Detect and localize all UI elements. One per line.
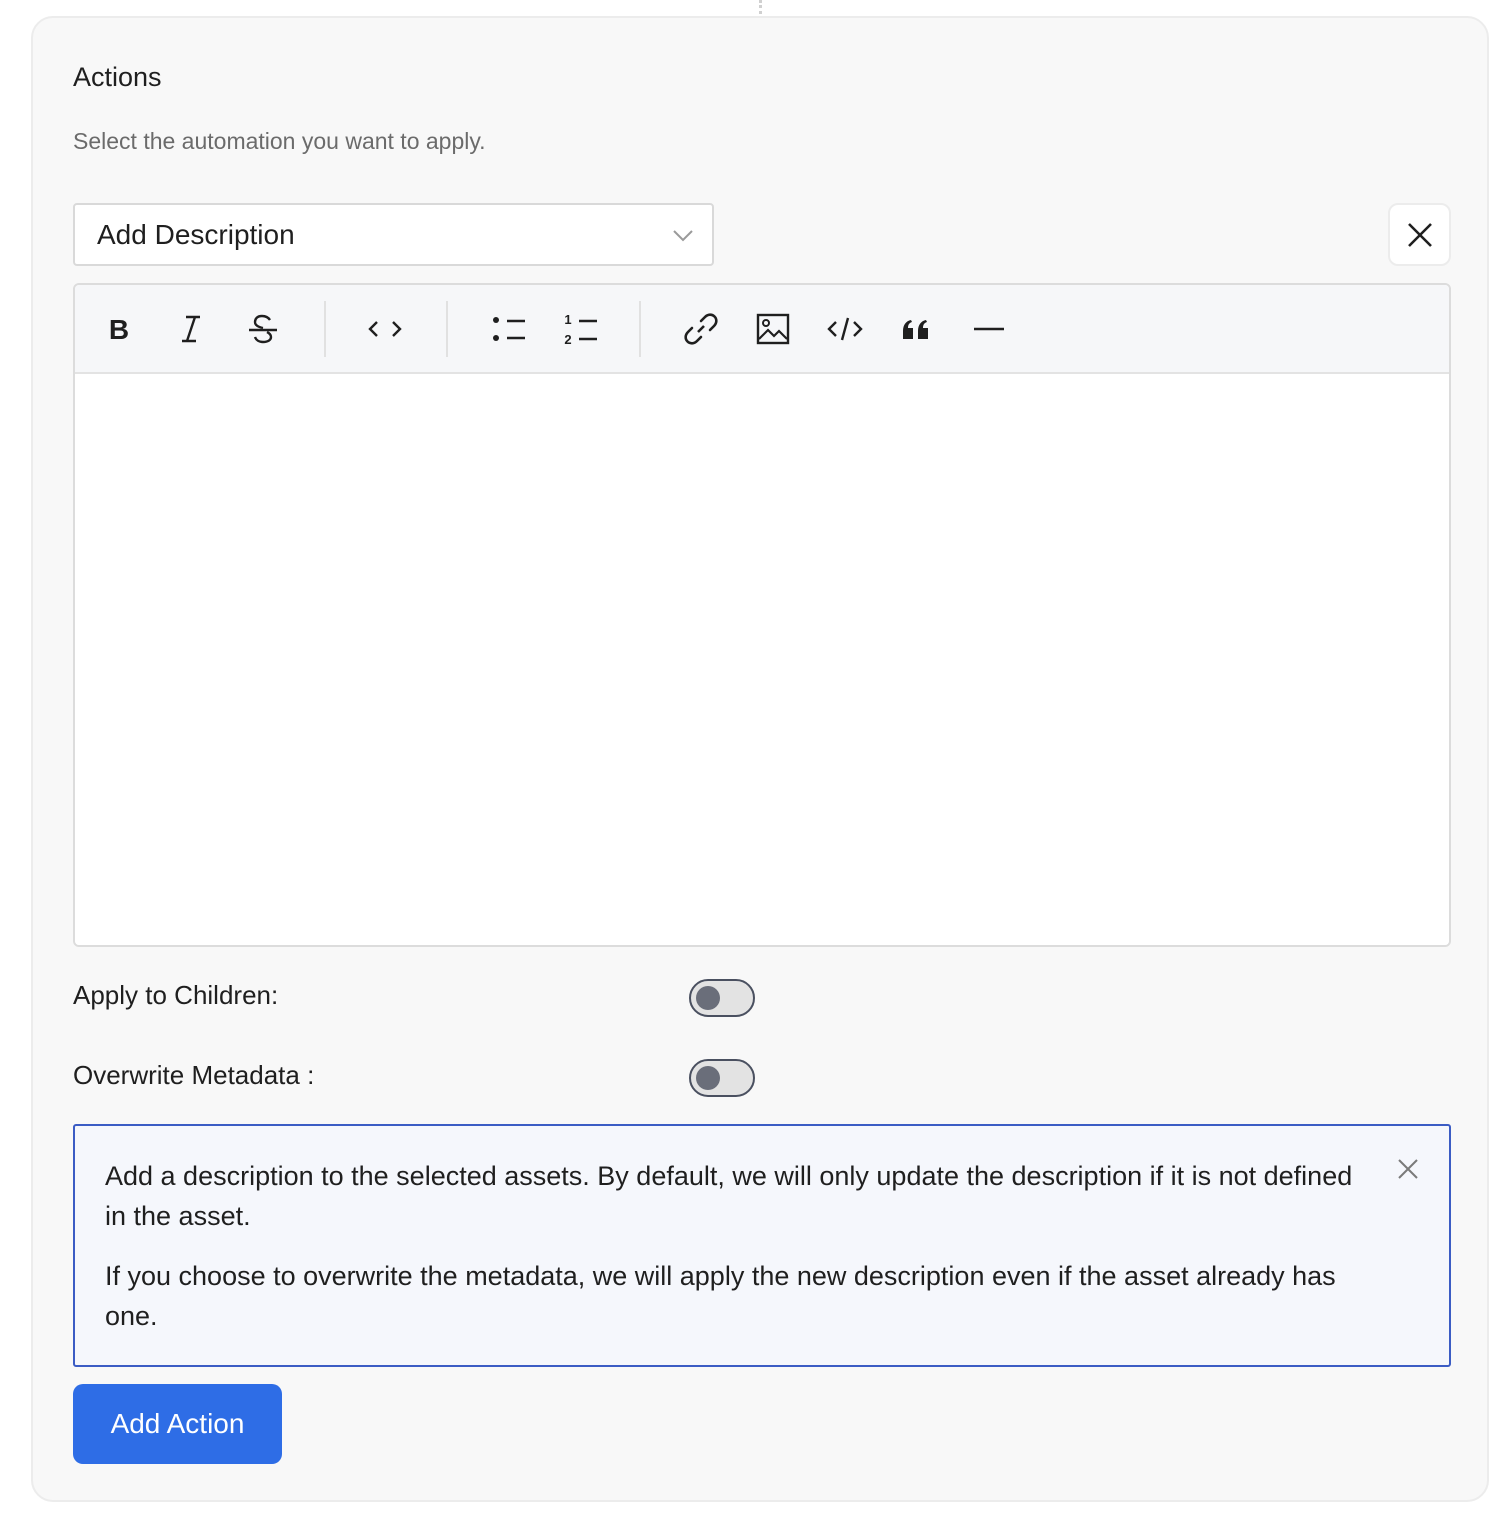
apply-to-children-toggle[interactable]: [689, 979, 755, 1017]
section-title: Actions: [73, 62, 162, 92]
toolbar-divider: [324, 301, 326, 357]
info-paragraph: If you choose to overwrite the metadata,…: [105, 1261, 1336, 1331]
horizontal-rule-icon: [974, 327, 1004, 331]
strikethrough-button[interactable]: [243, 309, 283, 349]
link-button[interactable]: [681, 309, 721, 349]
bold-button[interactable]: B: [99, 309, 139, 349]
svg-text:2: 2: [564, 332, 571, 347]
editor-toolbar: B 1 2: [75, 285, 1449, 374]
chevron-down-icon: [672, 224, 694, 246]
toolbar-divider: [639, 301, 641, 357]
svg-text:B: B: [109, 314, 129, 345]
action-type-value: Add Description: [97, 219, 295, 250]
info-alert: Add a description to the selected assets…: [73, 1124, 1451, 1367]
code-block-icon: [827, 317, 863, 341]
close-icon: [1408, 223, 1432, 247]
rich-text-editor: B 1 2: [73, 283, 1451, 947]
overwrite-metadata-label: Overwrite Metadata :: [73, 1060, 315, 1090]
svg-text:1: 1: [564, 312, 571, 327]
toggle-knob: [696, 986, 720, 1010]
apply-to-children-label: Apply to Children:: [73, 980, 279, 1010]
inline-code-icon: [368, 321, 402, 337]
italic-button[interactable]: [171, 309, 211, 349]
quote-icon: [903, 320, 928, 339]
flow-connector: [759, 0, 762, 14]
info-paragraph: Add a description to the selected assets…: [105, 1161, 1353, 1231]
quote-button[interactable]: [897, 309, 937, 349]
toolbar-divider: [446, 301, 448, 357]
bullet-list-button[interactable]: [489, 309, 529, 349]
action-type-select[interactable]: Add Description: [73, 203, 714, 266]
editor-content-area[interactable]: [75, 374, 1449, 945]
overwrite-metadata-toggle[interactable]: [689, 1059, 755, 1097]
ordered-list-button[interactable]: 1 2: [561, 309, 601, 349]
link-icon: [684, 313, 718, 345]
bold-icon: B: [109, 314, 129, 345]
inline-code-button[interactable]: [365, 309, 405, 349]
image-button[interactable]: [753, 309, 793, 349]
italic-icon: [182, 315, 200, 343]
image-icon: [756, 313, 790, 345]
bullet-list-icon: [493, 317, 525, 341]
code-block-button[interactable]: [825, 309, 865, 349]
close-icon[interactable]: [1397, 1158, 1419, 1180]
actions-card: Actions Select the automation you want t…: [31, 16, 1489, 1502]
section-subtitle: Select the automation you want to apply.: [73, 128, 486, 154]
strikethrough-icon: [249, 314, 277, 344]
ordered-list-icon: 1 2: [564, 312, 597, 347]
toggle-knob: [696, 1066, 720, 1090]
remove-action-button[interactable]: [1388, 203, 1451, 266]
horizontal-rule-button[interactable]: [969, 309, 1009, 349]
add-action-button[interactable]: Add Action: [73, 1384, 282, 1464]
